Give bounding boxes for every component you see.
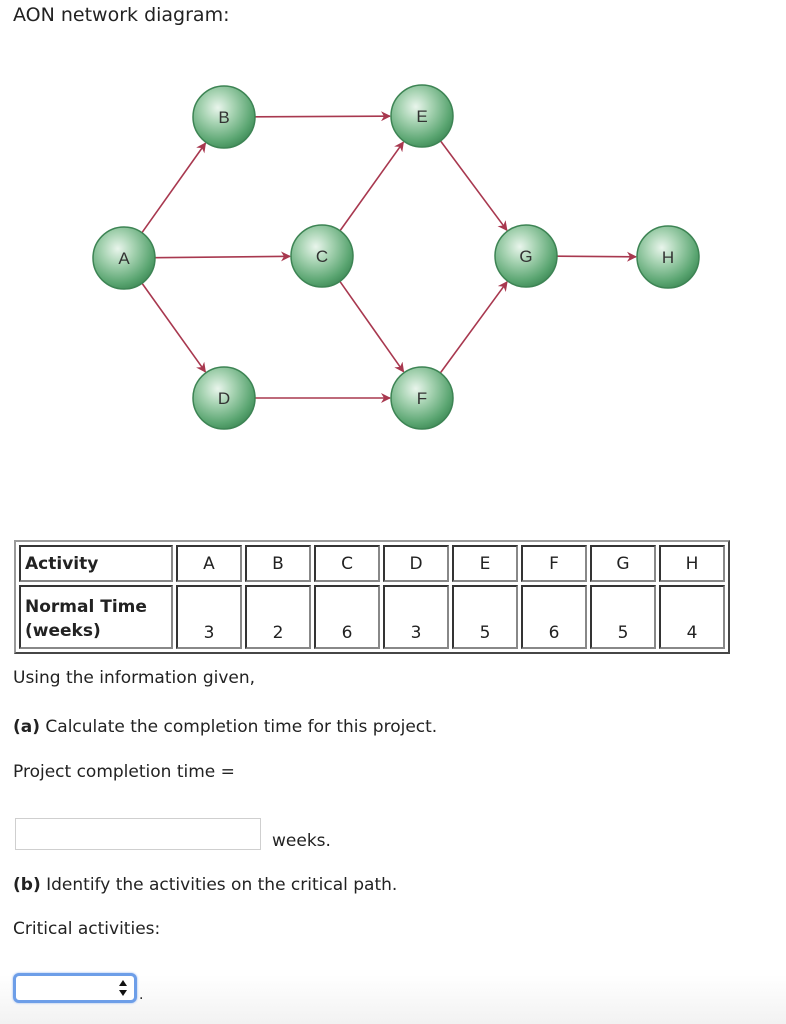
time-cell: 4 [659, 585, 725, 649]
trailing-period: . [139, 987, 144, 1003]
node-label: A [118, 249, 130, 268]
critical-label: Critical activities: [13, 919, 161, 939]
time-cell: 6 [314, 585, 380, 649]
activity-row: Activity A B C D E F G H [19, 545, 725, 582]
page-heading: AON network diagram: [13, 4, 230, 26]
time-cell: 5 [452, 585, 518, 649]
arrow-e-to-g [439, 140, 508, 232]
node-h: H [636, 225, 700, 289]
part-a-label: (a) [13, 717, 41, 737]
activity-table: Activity A B C D E F G H Normal Time (wee… [14, 540, 730, 654]
arrow-g-to-h [556, 251, 638, 262]
node-label: H [662, 248, 674, 267]
node-b: B [192, 85, 256, 149]
time-cell: 3 [383, 585, 449, 649]
part-b-question: (b) Identify the activities on the criti… [13, 875, 397, 895]
activity-cell: H [659, 545, 725, 582]
activity-cell: G [590, 545, 656, 582]
normal-time-row: Normal Time (weeks) 3 2 6 3 5 6 5 4 [19, 585, 725, 649]
activity-cell: F [521, 545, 587, 582]
activity-cell: A [176, 545, 242, 582]
time-cell: 2 [245, 585, 311, 649]
completion-time-input[interactable] [15, 818, 261, 850]
normal-time-header: Normal Time (weeks) [19, 585, 173, 649]
node-a: A [92, 226, 156, 290]
up-down-chevron-icon [119, 980, 127, 996]
part-a-question: (a) Calculate the completion time for th… [13, 717, 437, 737]
node-label: B [218, 108, 229, 127]
activity-cell: D [383, 545, 449, 582]
normal-time-header-line2: (weeks) [25, 621, 101, 641]
arrow-c-to-e [339, 141, 405, 232]
time-cell: 5 [590, 585, 656, 649]
part-b-label: (b) [13, 875, 41, 895]
part-a-text: Calculate the completion time for this p… [40, 717, 438, 737]
activity-cell: C [314, 545, 380, 582]
time-cell: 6 [521, 585, 587, 649]
part-b-text: Identify the activities on the critical … [40, 875, 398, 895]
critical-activities-select[interactable] [13, 973, 137, 1003]
node-label: E [416, 107, 427, 126]
intro-text: Using the information given, [13, 668, 256, 688]
node-e: E [390, 84, 454, 148]
completion-label: Project completion time = [13, 762, 235, 782]
normal-time-header-line1: Normal Time [25, 597, 147, 617]
arrow-a-to-c [154, 251, 292, 262]
activity-header: Activity [19, 545, 173, 582]
aon-network-diagram: A B C D E F G H [92, 84, 700, 430]
node-c: C [290, 224, 354, 288]
arrow-a-to-d [141, 282, 207, 373]
node-g: G [494, 224, 558, 288]
time-cell: 3 [176, 585, 242, 649]
arrow-a-to-b [141, 142, 207, 234]
node-label: C [316, 247, 328, 266]
weeks-unit: weeks. [272, 831, 331, 851]
arrow-f-to-g [439, 281, 508, 374]
node-label: F [417, 389, 427, 408]
activity-cell: B [245, 545, 311, 582]
activity-cell: E [452, 545, 518, 582]
arrow-b-to-e [254, 111, 392, 122]
node-d: D [192, 366, 256, 430]
node-f: F [390, 366, 454, 430]
arrow-c-to-f [339, 280, 405, 373]
node-label: D [218, 389, 230, 408]
node-label: G [519, 247, 532, 266]
